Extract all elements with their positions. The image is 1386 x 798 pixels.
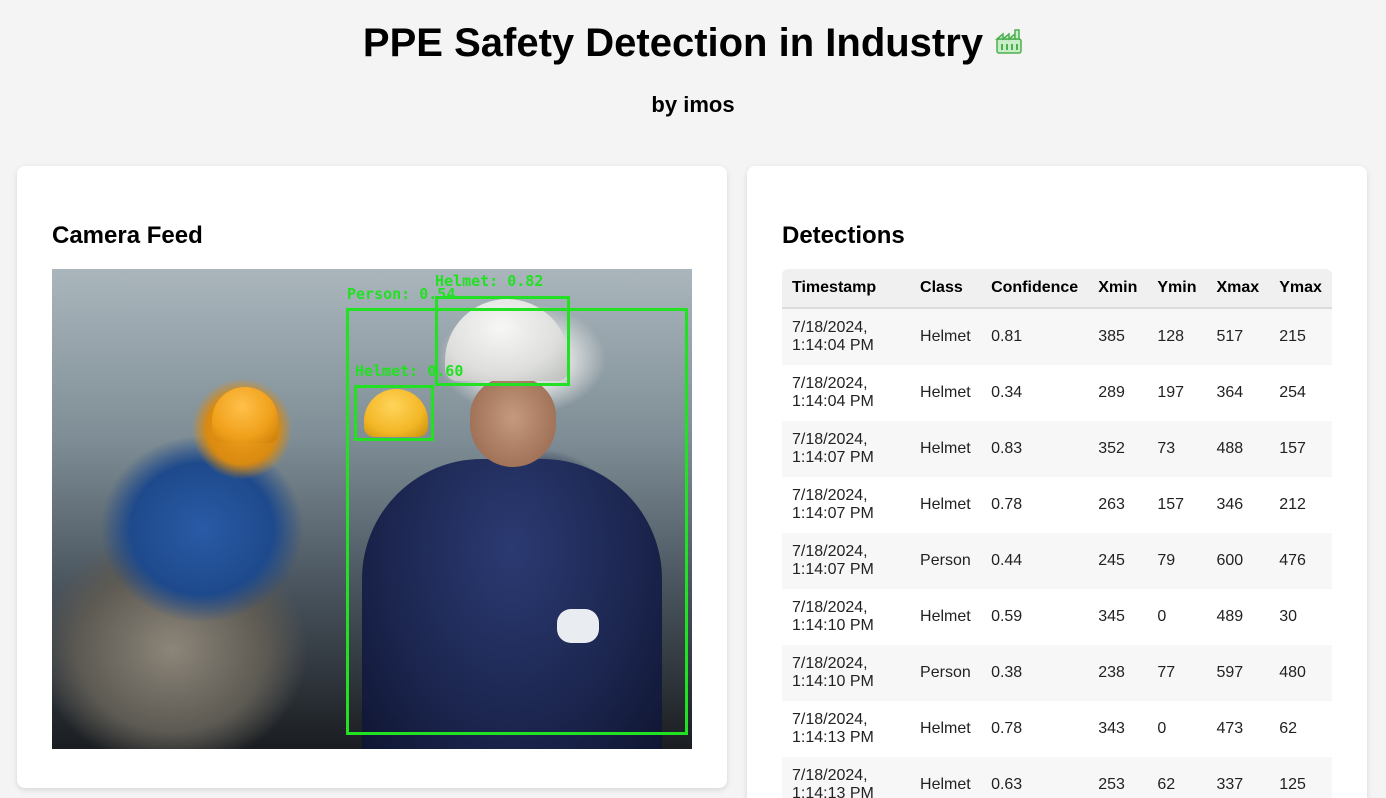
cell-class: Helmet <box>910 757 982 798</box>
cell-xmax: 489 <box>1206 589 1270 645</box>
cell-xmin: 343 <box>1088 701 1148 757</box>
table-header-row: Timestamp Class Confidence Xmin Ymin Xma… <box>782 269 1332 309</box>
cell-ymax: 157 <box>1269 421 1332 477</box>
cell-xmax: 364 <box>1206 365 1270 421</box>
table-row: 7/18/2024, 1:14:13 PM Helmet 0.78 343 0 473 62 <box>782 701 1332 757</box>
cell-timestamp: 7/18/2024, 1:14:07 PM <box>782 421 911 477</box>
table-row: 7/18/2024, 1:14:04 PM Helmet 0.81 385 128 517… <box>782 308 1332 365</box>
cell-xmax: 346 <box>1206 477 1270 533</box>
cell-timestamp: 7/18/2024, 1:14:07 PM <box>782 533 911 589</box>
cell-xmin: 245 <box>1088 533 1148 589</box>
cell-confidence: 0.59 <box>981 589 1089 645</box>
cell-xmin: 352 <box>1088 421 1148 477</box>
camera-feed-image: Helmet: 0.82 Person: 0.54 Helmet: 0.60 <box>52 269 692 749</box>
cell-xmax: 600 <box>1206 533 1270 589</box>
cell-ymax: 476 <box>1269 533 1332 589</box>
cell-class: Person <box>910 533 982 589</box>
cell-ymin: 79 <box>1147 533 1207 589</box>
column-header-timestamp: Timestamp <box>782 269 911 309</box>
cell-class: Person <box>910 645 982 701</box>
cell-timestamp: 7/18/2024, 1:14:10 PM <box>782 589 911 645</box>
cell-timestamp: 7/18/2024, 1:14:04 PM <box>782 308 911 365</box>
cell-ymax: 125 <box>1269 757 1332 798</box>
column-header-xmax: Xmax <box>1206 269 1270 309</box>
column-header-ymin: Ymin <box>1147 269 1207 309</box>
cell-ymax: 215 <box>1269 308 1332 365</box>
cell-ymin: 62 <box>1147 757 1207 798</box>
cell-timestamp: 7/18/2024, 1:14:13 PM <box>782 701 911 757</box>
factory-icon <box>994 27 1023 55</box>
detection-label: Person: 0.54 <box>347 285 456 303</box>
detections-table-body: 7/18/2024, 1:14:04 PM Helmet 0.81 385 128 517… <box>782 308 1332 798</box>
cell-confidence: 0.63 <box>981 757 1089 798</box>
table-row: 7/18/2024, 1:14:10 PM Person 0.38 238 77 597 4… <box>782 645 1332 701</box>
cell-timestamp: 7/18/2024, 1:14:13 PM <box>782 757 911 798</box>
camera-card: Camera Feed Helmet: 0.82 Person: 0.54 He… <box>17 166 727 788</box>
table-row: 7/18/2024, 1:14:07 PM Helmet 0.78 263 157 346… <box>782 477 1332 533</box>
page: PPE Safety Detection in Industry by imos… <box>0 0 1386 798</box>
cell-ymin: 128 <box>1147 308 1207 365</box>
cell-confidence: 0.83 <box>981 421 1089 477</box>
cell-xmax: 597 <box>1206 645 1270 701</box>
cell-class: Helmet <box>910 421 982 477</box>
cell-xmax: 517 <box>1206 308 1270 365</box>
column-header-xmin: Xmin <box>1088 269 1148 309</box>
cell-ymax: 30 <box>1269 589 1332 645</box>
cell-ymin: 73 <box>1147 421 1207 477</box>
cell-ymin: 157 <box>1147 477 1207 533</box>
cell-xmin: 345 <box>1088 589 1148 645</box>
column-header-ymax: Ymax <box>1269 269 1332 309</box>
cell-ymin: 0 <box>1147 589 1207 645</box>
detections-table-container[interactable]: Timestamp Class Confidence Xmin Ymin Xma… <box>782 269 1332 798</box>
orange-helmet-figure <box>212 387 278 443</box>
table-row: 7/18/2024, 1:14:13 PM Helmet 0.63 253 62 337 1… <box>782 757 1332 798</box>
cell-timestamp: 7/18/2024, 1:14:07 PM <box>782 477 911 533</box>
table-row: 7/18/2024, 1:14:10 PM Helmet 0.59 345 0 489 30 <box>782 589 1332 645</box>
camera-card-title: Camera Feed <box>52 222 203 249</box>
detections-card: Detections Timestamp Class Confidence Xm… <box>747 166 1367 798</box>
page-title: PPE Safety Detection in Industry <box>362 21 984 65</box>
cell-xmin: 253 <box>1088 757 1148 798</box>
table-row: 7/18/2024, 1:14:04 PM Helmet 0.34 289 197 364… <box>782 365 1332 421</box>
cell-ymax: 254 <box>1269 365 1332 421</box>
column-header-confidence: Confidence <box>981 269 1089 309</box>
cell-xmin: 263 <box>1088 477 1148 533</box>
detection-label: Helmet: 0.60 <box>355 362 464 380</box>
cell-class: Helmet <box>910 589 982 645</box>
cell-timestamp: 7/18/2024, 1:14:10 PM <box>782 645 911 701</box>
cell-class: Helmet <box>910 365 982 421</box>
cell-xmin: 289 <box>1088 365 1148 421</box>
cell-class: Helmet <box>910 308 982 365</box>
cell-ymax: 62 <box>1269 701 1332 757</box>
cell-xmax: 473 <box>1206 701 1270 757</box>
cell-ymin: 77 <box>1147 645 1207 701</box>
cell-xmin: 385 <box>1088 308 1148 365</box>
cell-class: Helmet <box>910 477 982 533</box>
column-header-class: Class <box>910 269 982 309</box>
detections-card-title: Detections <box>782 222 905 249</box>
cell-ymin: 0 <box>1147 701 1207 757</box>
detection-box-helmet <box>354 385 434 441</box>
cell-ymax: 212 <box>1269 477 1332 533</box>
cell-confidence: 0.78 <box>981 477 1089 533</box>
cell-class: Helmet <box>910 701 982 757</box>
cell-ymin: 197 <box>1147 365 1207 421</box>
cell-ymax: 480 <box>1269 645 1332 701</box>
cell-xmax: 337 <box>1206 757 1270 798</box>
cell-confidence: 0.81 <box>981 308 1089 365</box>
page-subtitle: by imos <box>651 92 735 117</box>
cell-confidence: 0.44 <box>981 533 1089 589</box>
cell-xmax: 488 <box>1206 421 1270 477</box>
cell-confidence: 0.34 <box>981 365 1089 421</box>
detections-table: Timestamp Class Confidence Xmin Ymin Xma… <box>782 269 1332 798</box>
table-row: 7/18/2024, 1:14:07 PM Person 0.44 245 79 600 4… <box>782 533 1332 589</box>
header: PPE Safety Detection in Industry <box>0 18 1386 68</box>
cell-confidence: 0.78 <box>981 701 1089 757</box>
cell-confidence: 0.38 <box>981 645 1089 701</box>
cell-timestamp: 7/18/2024, 1:14:04 PM <box>782 365 911 421</box>
table-row: 7/18/2024, 1:14:07 PM Helmet 0.83 352 73 488 1… <box>782 421 1332 477</box>
cell-xmin: 238 <box>1088 645 1148 701</box>
